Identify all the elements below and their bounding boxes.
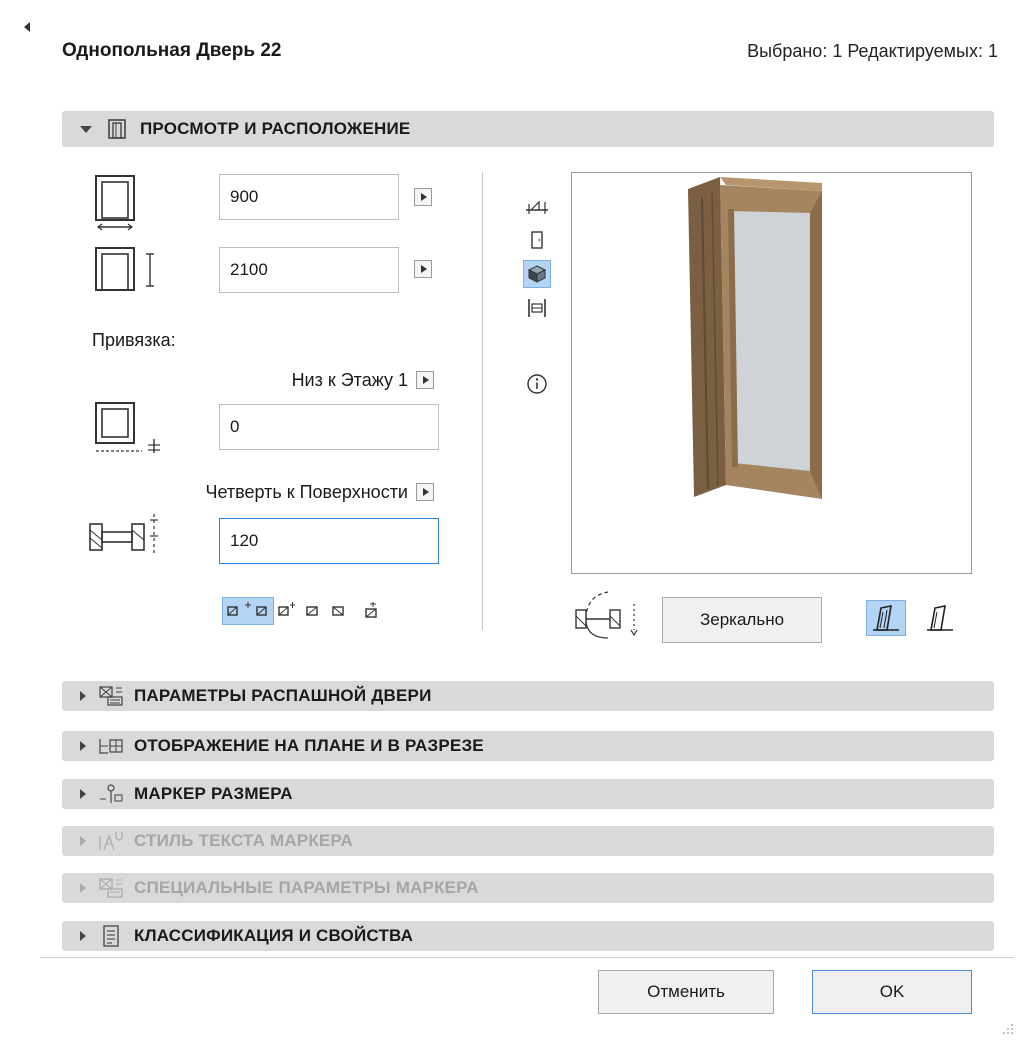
door-parameters-icon	[98, 685, 124, 707]
expand-triangle-icon	[80, 125, 92, 133]
reveal-mode-label: Четверть к Поверхности	[205, 482, 408, 502]
door-height-icon	[92, 246, 162, 299]
section-dimension-marker-header[interactable]: МАРКЕР РАЗМЕРА	[62, 779, 994, 809]
opening-side-a-toggle[interactable]	[866, 600, 906, 636]
door-opening-b-icon	[927, 604, 953, 631]
height-field[interactable]: 2100	[219, 247, 399, 293]
collapsed-triangle-icon	[80, 883, 86, 893]
section-classification-header[interactable]: КЛАССИФИКАЦИЯ И СВОЙСТВА	[62, 921, 994, 951]
3d-preview-icon[interactable]	[523, 260, 551, 288]
collapsed-triangle-icon	[80, 741, 86, 751]
anchor-point-group	[222, 596, 386, 626]
door-opening-a-icon	[873, 604, 899, 631]
anchor-outside-icon[interactable]	[274, 597, 300, 625]
section-marker-text-style-header[interactable]: СТИЛЬ ТЕКСТА МАРКЕРА	[62, 826, 994, 856]
reveal-mode-popup-button[interactable]	[416, 483, 434, 501]
floor-plan-preview-icon[interactable]	[525, 196, 549, 220]
mirror-button[interactable]: Зеркально	[662, 597, 822, 643]
section-label: КЛАССИФИКАЦИЯ И СВОЙСТВА	[134, 926, 414, 945]
anchor-side-a-icon[interactable]	[300, 597, 326, 625]
panel-divider	[482, 172, 483, 630]
anchor-inside-icon[interactable]	[360, 597, 386, 625]
ok-button[interactable]: OK	[812, 970, 972, 1014]
collapsed-triangle-icon	[80, 789, 86, 799]
section-label: МАРКЕР РАЗМЕРА	[134, 784, 293, 803]
section-label: ПАРАМЕТРЫ РАСПАШНОЙ ДВЕРИ	[134, 686, 432, 705]
classification-document-icon	[98, 925, 124, 947]
plan-section-icon	[98, 735, 124, 757]
reveal-value-field[interactable]: 120	[219, 518, 439, 564]
footer-divider	[40, 957, 1014, 958]
door-3d-preview[interactable]	[571, 172, 972, 574]
sill-height-icon	[92, 401, 164, 464]
width-field[interactable]: 900	[219, 174, 399, 220]
width-popup-button[interactable]	[414, 188, 432, 206]
door-frame-icon	[104, 118, 130, 140]
anchor-mode-label: Низ к Этажу 1	[291, 370, 408, 390]
reveal-depth-icon	[88, 510, 164, 565]
collapsed-triangle-icon	[80, 836, 86, 846]
opening-side-b-toggle[interactable]	[920, 600, 960, 636]
collapsed-triangle-icon	[80, 931, 86, 941]
dialog-title: Однопольная Дверь 22	[62, 40, 282, 61]
door-3d-render	[688, 177, 822, 499]
section-view-placement-header[interactable]: ПРОСМОТР И РАСПОЛОЖЕНИЕ	[62, 111, 994, 147]
section-plan-section-header[interactable]: ОТОБРАЖЕНИЕ НА ПЛАНЕ И В РАЗРЕЗЕ	[62, 731, 994, 761]
marker-custom-params-icon	[98, 877, 124, 899]
elevation-preview-icon[interactable]	[525, 228, 549, 252]
collapsed-triangle-icon	[80, 691, 86, 701]
section-label: СПЕЦИАЛЬНЫЕ ПАРАМЕТРЫ МАРКЕРА	[134, 878, 479, 897]
anchor-center-icon[interactable]	[222, 597, 274, 625]
door-width-icon	[92, 174, 150, 237]
section-label: ПРОСМОТР И РАСПОЛОЖЕНИЕ	[140, 119, 411, 138]
section-label: ОТОБРАЖЕНИЕ НА ПЛАНЕ И В РАЗРЕЗЕ	[134, 736, 484, 755]
cancel-button[interactable]: Отменить	[598, 970, 774, 1014]
section-door-parameters-header[interactable]: ПАРАМЕТРЫ РАСПАШНОЙ ДВЕРИ	[62, 681, 994, 711]
height-popup-button[interactable]	[414, 260, 432, 278]
anchor-label: Привязка:	[92, 330, 176, 350]
resize-grip-icon[interactable]	[1000, 1021, 1014, 1035]
marker-text-style-icon	[98, 830, 124, 852]
section-preview-icon[interactable]	[525, 296, 549, 320]
anchor-side-b-icon[interactable]	[326, 597, 352, 625]
door-swing-icon	[572, 590, 654, 645]
collapse-arrow-icon[interactable]	[24, 22, 30, 32]
section-marker-custom-params-header[interactable]: СПЕЦИАЛЬНЫЕ ПАРАМЕТРЫ МАРКЕРА	[62, 873, 994, 903]
dimension-marker-icon	[98, 783, 124, 805]
anchor-mode-popup-button[interactable]	[416, 371, 434, 389]
info-icon[interactable]	[525, 372, 549, 396]
selection-info: Выбрано: 1 Редактируемых: 1	[747, 41, 998, 61]
anchor-value-field[interactable]: 0	[219, 404, 439, 450]
section-label: СТИЛЬ ТЕКСТА МАРКЕРА	[134, 831, 353, 850]
